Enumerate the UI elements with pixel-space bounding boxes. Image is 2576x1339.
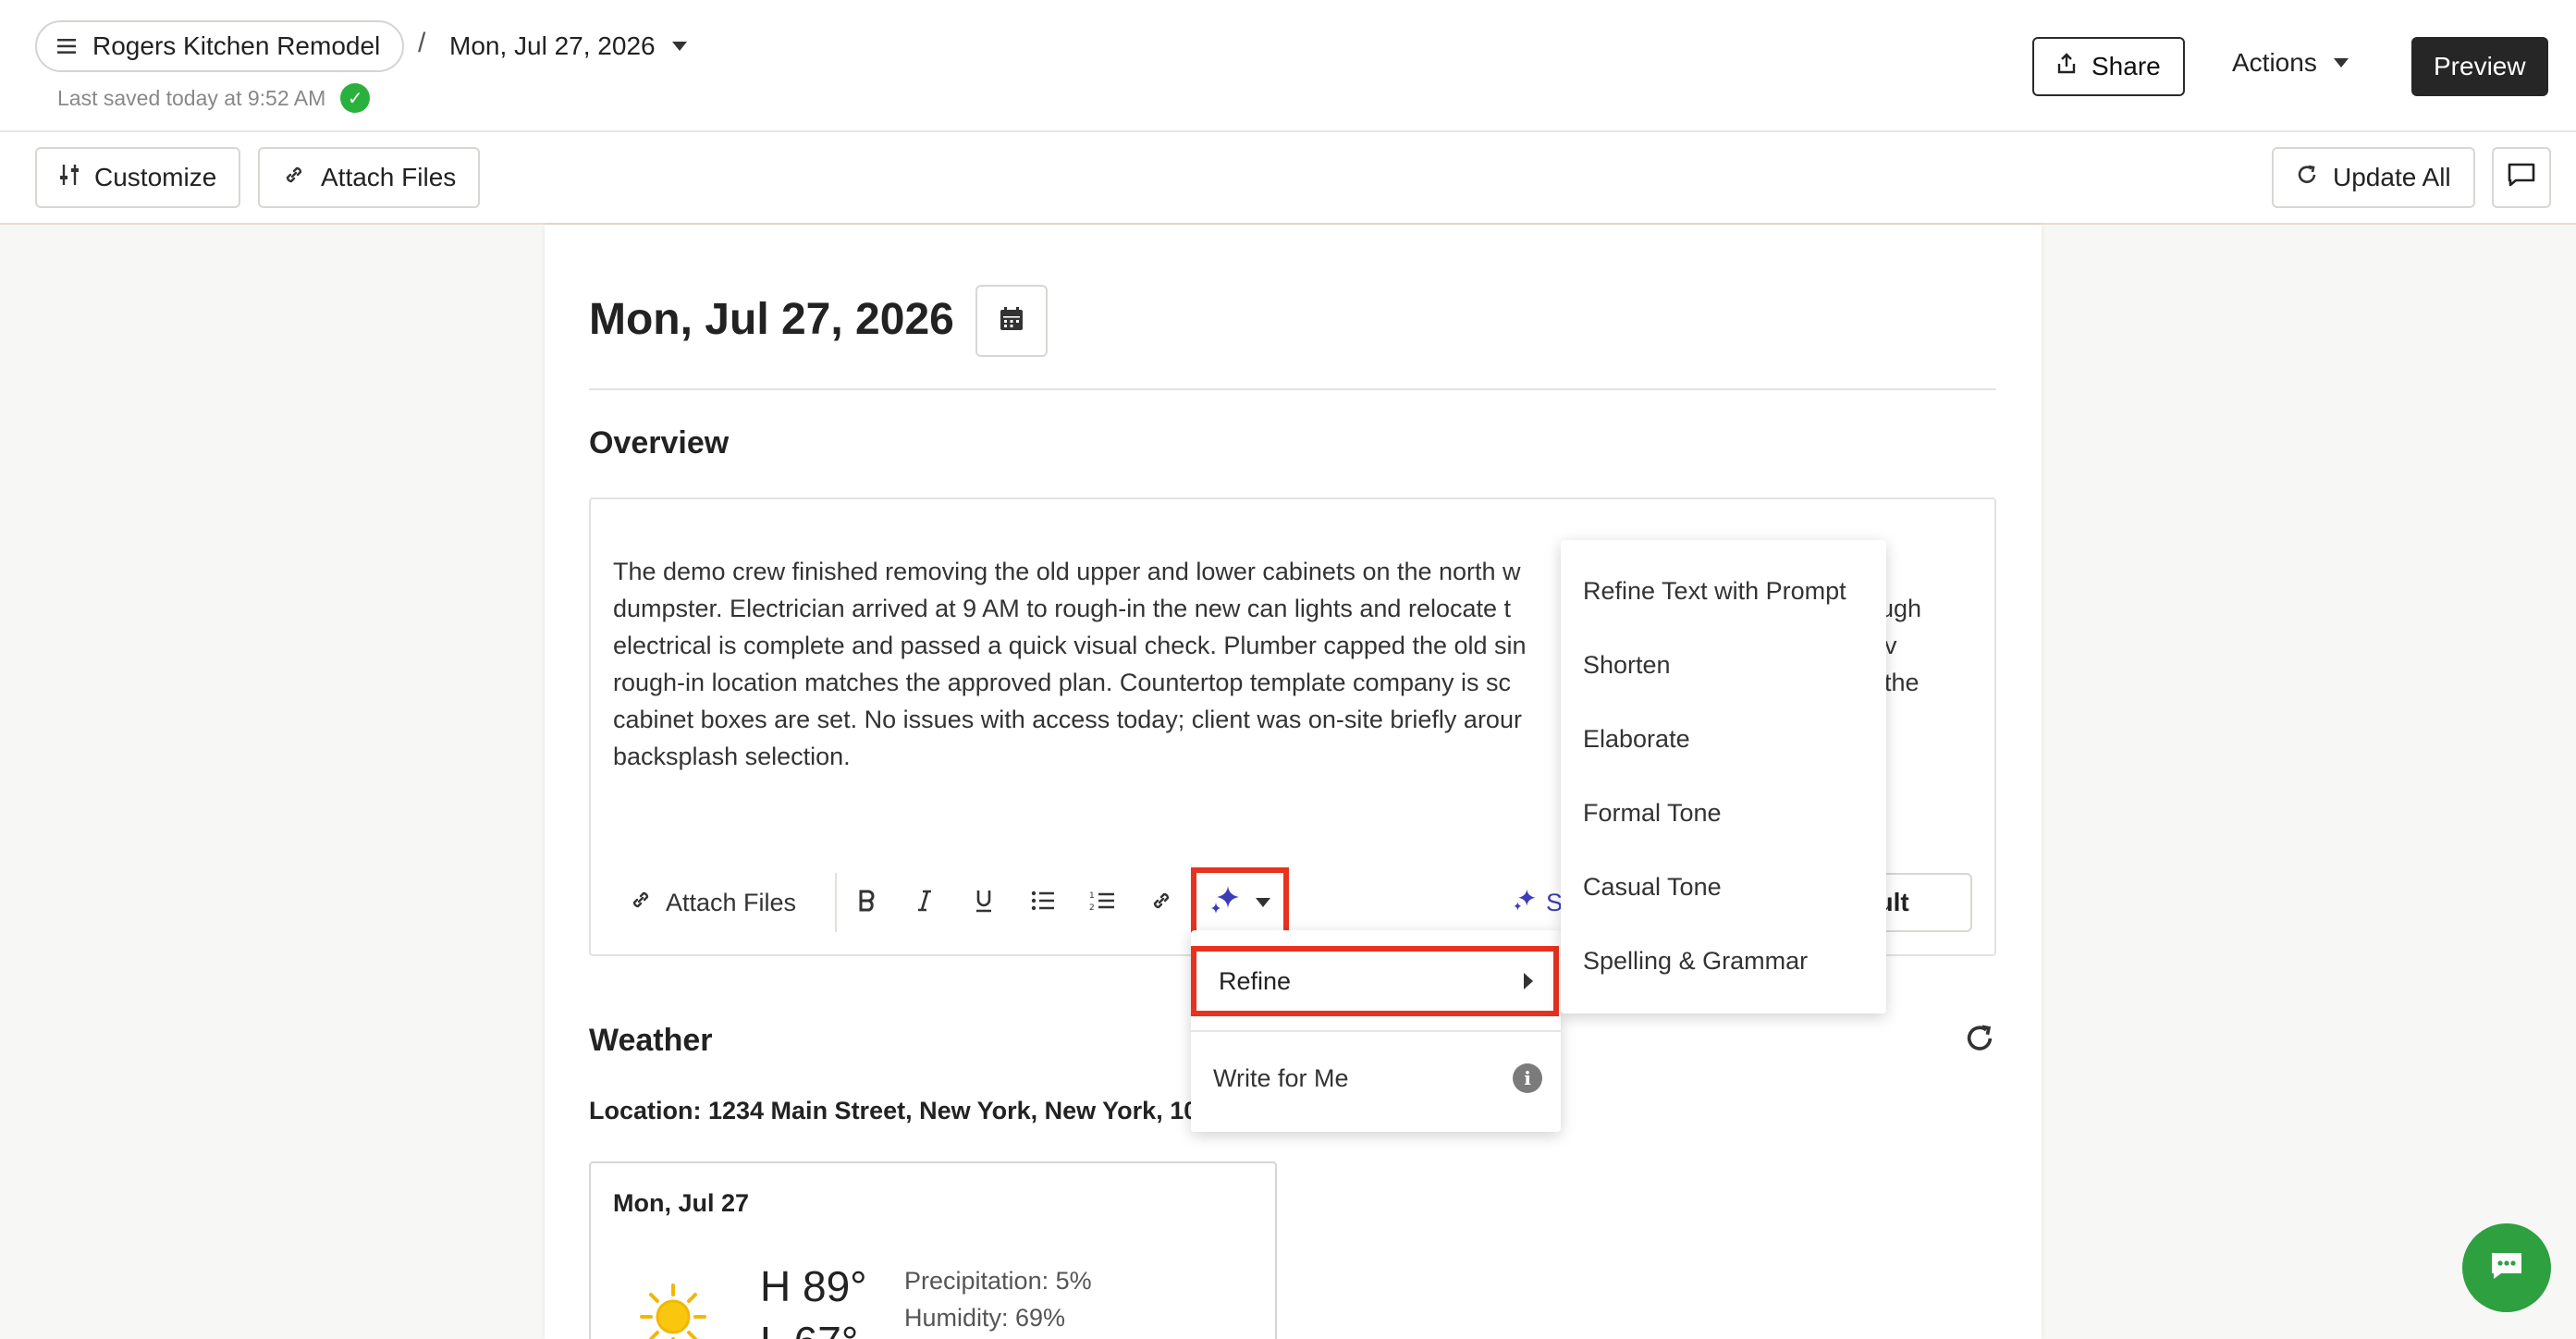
refresh-icon bbox=[1964, 1025, 1995, 1058]
sparkle-icon bbox=[1209, 884, 1241, 920]
svg-text:1: 1 bbox=[1089, 891, 1095, 901]
bold-button[interactable] bbox=[849, 878, 886, 927]
page-title: Mon, Jul 27, 2026 bbox=[589, 295, 954, 344]
weather-humidity: Humidity: 69% bbox=[904, 1304, 1066, 1332]
attach-files-button[interactable]: Attach Files bbox=[258, 147, 481, 208]
hamburger-icon bbox=[57, 31, 76, 61]
bold-icon bbox=[857, 889, 877, 917]
customize-button[interactable]: Customize bbox=[35, 147, 241, 208]
save-status-text: Last saved today at 9:52 AM bbox=[57, 85, 326, 110]
share-button[interactable]: Share bbox=[2032, 37, 2185, 96]
app-header: Rogers Kitchen Remodel / Mon, Jul 27, 20… bbox=[0, 0, 2576, 132]
chevron-down-icon bbox=[1256, 897, 1270, 907]
share-label: Share bbox=[2091, 52, 2161, 80]
project-name: Rogers Kitchen Remodel bbox=[92, 31, 381, 60]
page-toolbar: Customize Attach Files Update All bbox=[0, 132, 2576, 225]
ai-assist-button[interactable] bbox=[1191, 867, 1289, 937]
date-label: Mon, Jul 27, 2026 bbox=[449, 31, 656, 60]
editor-attach-label: Attach Files bbox=[666, 888, 797, 916]
submenu-item-elaborate[interactable]: Elaborate bbox=[1583, 725, 1690, 754]
comments-button[interactable] bbox=[2492, 147, 2551, 208]
summarize-button[interactable]: S bbox=[1513, 878, 1563, 927]
svg-text:2: 2 bbox=[1089, 903, 1095, 912]
overview-line: electrical is complete and passed a quic… bbox=[613, 632, 1527, 659]
menu-item-refine[interactable]: Refine bbox=[1191, 946, 1559, 1016]
comment-icon bbox=[2507, 162, 2536, 194]
weather-precipitation: Precipitation: 5% bbox=[904, 1267, 1092, 1295]
weather-low: L 67° bbox=[760, 1317, 858, 1339]
weather-refresh-button[interactable] bbox=[1964, 1023, 1995, 1059]
menu-divider bbox=[1191, 1030, 1561, 1032]
insert-link-button[interactable] bbox=[1143, 878, 1180, 927]
refine-label: Refine bbox=[1219, 966, 1292, 995]
chat-button[interactable] bbox=[2462, 1223, 2551, 1312]
submenu-item-casual-tone[interactable]: Casual Tone bbox=[1583, 873, 1722, 902]
overview-line: rough-in location matches the approved p… bbox=[613, 669, 1512, 696]
overview-line: backsplash selection. bbox=[613, 743, 851, 770]
preview-button[interactable]: Preview bbox=[2411, 37, 2548, 96]
chat-icon bbox=[2488, 1249, 2525, 1287]
overview-line-overflow: v bbox=[1884, 632, 1897, 659]
calendar-button[interactable] bbox=[975, 285, 1048, 357]
attach-files-label: Attach Files bbox=[321, 163, 457, 191]
weather-location: Location: 1234 Main Street, New York, Ne… bbox=[589, 1097, 1198, 1124]
share-icon bbox=[2056, 52, 2077, 81]
numbered-list-button[interactable]: 12 bbox=[1084, 878, 1121, 927]
write-for-me-label: Write for Me bbox=[1213, 1063, 1349, 1092]
date-dropdown[interactable]: Mon, Jul 27, 2026 bbox=[449, 26, 687, 67]
bullet-list-icon bbox=[1031, 891, 1055, 915]
customize-label: Customize bbox=[94, 163, 217, 191]
underline-icon bbox=[974, 889, 994, 917]
numbered-list-icon: 12 bbox=[1089, 890, 1115, 916]
refine-submenu bbox=[1561, 540, 1886, 1013]
update-all-label: Update All bbox=[2333, 163, 2451, 191]
link-icon bbox=[629, 888, 653, 918]
link-icon bbox=[282, 163, 306, 193]
breadcrumb-separator: / bbox=[418, 28, 426, 58]
underline-button[interactable] bbox=[965, 878, 1002, 927]
link-icon bbox=[1149, 889, 1173, 917]
sparkle-icon bbox=[1513, 888, 1537, 918]
chevron-right-icon bbox=[1524, 973, 1533, 989]
overview-line: cabinet boxes are set. No issues with ac… bbox=[613, 706, 1522, 733]
overview-line-overflow: the bbox=[1884, 669, 1920, 696]
weather-heading: Weather bbox=[589, 1023, 713, 1058]
submenu-item-shorten[interactable]: Shorten bbox=[1583, 651, 1671, 680]
menu-item-write-for-me[interactable]: Write for Me i bbox=[1213, 1063, 1542, 1093]
editor-attach-files-button[interactable]: Attach Files bbox=[629, 878, 796, 927]
submenu-item-spelling-grammar[interactable]: Spelling & Grammar bbox=[1583, 947, 1808, 976]
sun-icon bbox=[638, 1282, 708, 1339]
italic-button[interactable] bbox=[906, 878, 943, 927]
overview-line: The demo crew finished removing the old … bbox=[613, 558, 1521, 585]
preview-label: Preview bbox=[2434, 52, 2526, 80]
overview-heading: Overview bbox=[589, 425, 730, 461]
overview-line: dumpster. Electrician arrived at 9 AM to… bbox=[613, 595, 1512, 622]
divider bbox=[589, 388, 1996, 390]
weather-high: H 89° bbox=[760, 1262, 867, 1310]
bullet-list-button[interactable] bbox=[1024, 878, 1061, 927]
sliders-icon bbox=[59, 163, 80, 193]
submenu-item-formal-tone[interactable]: Formal Tone bbox=[1583, 799, 1722, 828]
toolbar-divider bbox=[835, 873, 837, 932]
info-icon[interactable]: i bbox=[1513, 1063, 1542, 1093]
check-circle-icon: ✓ bbox=[340, 83, 371, 113]
italic-icon bbox=[915, 889, 934, 917]
weather-day-label: Mon, Jul 27 bbox=[613, 1189, 750, 1217]
save-status: Last saved today at 9:52 AM ✓ bbox=[57, 83, 371, 113]
chevron-down-icon bbox=[671, 42, 687, 51]
update-all-button[interactable]: Update All bbox=[2272, 147, 2475, 208]
refresh-icon bbox=[2296, 163, 2318, 192]
actions-dropdown[interactable]: Actions bbox=[2232, 48, 2349, 78]
chevron-down-icon bbox=[2333, 58, 2349, 68]
project-menu-button[interactable]: Rogers Kitchen Remodel bbox=[35, 20, 405, 72]
submenu-item-refine-with-prompt[interactable]: Refine Text with Prompt bbox=[1583, 577, 1846, 606]
actions-label: Actions bbox=[2232, 48, 2317, 77]
calendar-icon bbox=[999, 306, 1024, 337]
